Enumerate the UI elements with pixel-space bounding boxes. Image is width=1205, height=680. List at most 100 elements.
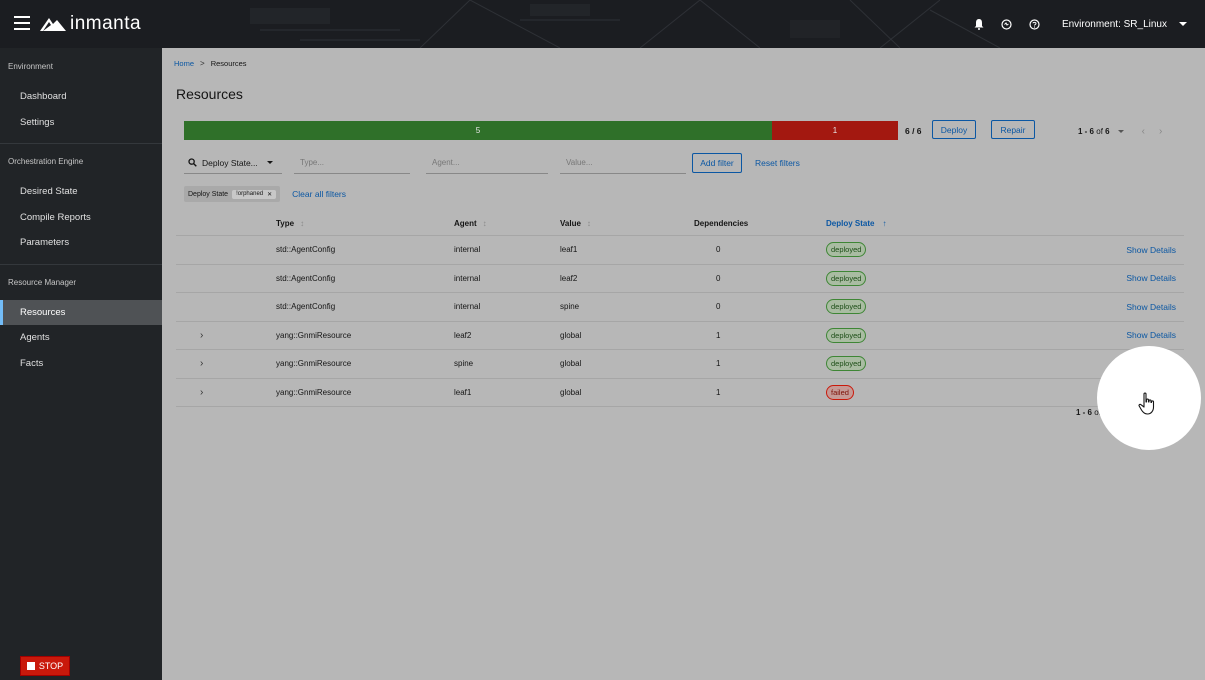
repair-button[interactable]: Repair [991,120,1035,139]
status-badge: deployed [826,327,867,343]
cell-dependencies: 1 [716,387,721,397]
status-icon[interactable] [1000,17,1014,31]
cell-value: global [560,387,582,397]
previous-page-icon[interactable]: ‹ [1142,126,1145,137]
summary-bar-deployed[interactable]: 5 [184,121,772,140]
cell-value: leaf2 [560,273,578,283]
cell-agent: internal [454,245,481,255]
filter-toolbar: Deploy State... Type... Agent... Value..… [184,152,800,174]
cell-type: yang::GnmiResource [276,359,352,369]
filter-chip-orphaned[interactable]: !orphaned ✕ [232,189,277,199]
stop-square-icon [26,662,35,670]
deploy-button[interactable]: Deploy [932,120,976,139]
filter-chip-group: Deploy State !orphaned ✕ [184,186,281,202]
next-page-icon[interactable]: › [1159,126,1162,137]
cell-type: std::AgentConfig [276,245,336,255]
sidebar-item-parameters[interactable]: Parameters [0,230,162,256]
agent-filter-input[interactable]: Agent... [426,152,548,174]
filter-attribute-select[interactable]: Deploy State... [184,152,282,174]
table-row: ›yang::GnmiResourcespineglobal1deployedS… [176,350,1184,379]
sidebar-item-compile-reports[interactable]: Compile Reports [0,205,162,231]
sidebar-item-resources[interactable]: Resources [0,299,162,325]
clear-all-filters-link[interactable]: Clear all filters [292,189,346,199]
status-badge: deployed [826,299,867,315]
cell-agent: internal [454,273,481,283]
column-header-agent[interactable]: Agent ↕ [454,212,487,235]
show-details-link[interactable]: Show Details [1126,245,1176,255]
bell-icon[interactable] [972,17,986,31]
column-header-type[interactable]: Type ↕ [276,212,304,235]
breadcrumb-separator: > [200,59,205,68]
sort-icon: ↕ [300,219,305,228]
chip-group-label: Deploy State [188,190,229,198]
pagination-top: 1 - 6 of 6 ‹ › [1078,126,1162,137]
filter-select-label: Deploy State... [202,157,258,168]
summary-ratio: 6 / 6 [905,126,922,136]
cell-type: yang::GnmiResource [276,330,352,340]
environment-selector[interactable]: Environment: SR_Linux [1056,19,1187,30]
show-details-link[interactable]: Show Details [1126,330,1176,340]
search-icon [188,158,197,167]
summary-bar-failed[interactable]: 1 [771,121,898,140]
column-header-deploy-state[interactable]: Deploy State ↑ [826,212,886,235]
cell-type: std::AgentConfig [276,273,336,283]
cell-agent: leaf1 [454,387,472,397]
breadcrumb-home-link[interactable]: Home [174,59,194,68]
cell-type: std::AgentConfig [276,302,336,312]
active-filters: Deploy State !orphaned ✕ Clear all filte… [184,186,346,202]
cell-agent: internal [454,302,481,312]
cell-value: leaf1 [560,245,578,255]
reset-filters-link[interactable]: Reset filters [755,158,800,168]
table-row: std::AgentConfig internal spine 0 deployed Sh… [176,293,1184,322]
expand-row-icon[interactable]: › [200,330,203,341]
status-badge: failed [826,384,854,400]
hamburger-menu-button[interactable] [14,16,30,30]
masthead: inmanta Environment: SR_Linux [0,0,1205,48]
sidebar-item-facts[interactable]: Facts [0,351,162,377]
inmanta-logo[interactable]: inmanta [40,13,141,35]
type-filter-input[interactable]: Type... [294,152,410,174]
column-header-dependencies: Dependencies [694,219,749,228]
table-row: std::AgentConfig internal leaf1 0 deployed Sh… [176,236,1184,265]
stop-label: STOP [38,661,64,671]
chevron-down-icon [1179,22,1187,26]
table-row: ›yang::GnmiResourceleaf1global1failedSho… [176,379,1184,407]
stop-button[interactable]: STOP [20,656,70,676]
table-row: std::AgentConfig internal leaf2 0 deployed Sh… [176,265,1184,293]
resources-table: Type ↕ Agent ↕ Value ↕ Dependencies Deploy … [176,212,1184,407]
logo-mountain-icon [40,18,66,31]
pagination-dropdown-icon[interactable] [1117,130,1124,133]
add-filter-button[interactable]: Add filter [692,153,742,173]
sidebar-item-settings[interactable]: Settings [0,110,162,136]
breadcrumb-current: Resources [210,59,247,68]
cell-dependencies: 0 [716,245,721,255]
status-badge: deployed [826,270,867,286]
cell-agent: leaf2 [454,330,472,340]
cell-dependencies: 1 [716,359,721,369]
show-details-link[interactable]: Show Details [1126,273,1176,283]
sidebar-item-agents[interactable]: Agents [0,325,162,351]
cell-value: global [560,359,582,369]
status-badge: deployed [826,356,867,372]
nav-section-resource-manager: Resource Manager [0,263,162,300]
expand-row-icon[interactable]: › [200,387,203,398]
sidebar-item-desired-state[interactable]: Desired State [0,179,162,205]
close-icon[interactable]: ✕ [267,191,272,198]
status-badge: deployed [826,242,867,258]
expand-row-icon[interactable]: › [200,358,203,369]
cell-agent: spine [454,359,474,369]
sidebar-item-dashboard[interactable]: Dashboard [0,84,162,110]
sidebar: Environment Dashboard Settings Orchestra… [0,48,162,680]
help-icon[interactable] [1028,17,1042,31]
value-filter-input[interactable]: Value... [560,152,686,174]
show-details-link[interactable]: Show Details [1126,302,1176,312]
cell-dependencies: 0 [716,302,721,312]
column-header-value[interactable]: Value ↕ [560,212,591,235]
sort-ascending-icon: ↑ [882,219,887,228]
page-title: Resources [176,86,243,102]
deploy-summary-bar: 5 1 [184,121,898,140]
pagination-toggle[interactable]: 1 - 6 of 6 [1078,127,1110,136]
hand-pointer-cursor-icon [1138,392,1155,415]
table-header: Type ↕ Agent ↕ Value ↕ Dependencies Deploy … [176,212,1184,236]
chevron-down-icon [266,161,273,164]
